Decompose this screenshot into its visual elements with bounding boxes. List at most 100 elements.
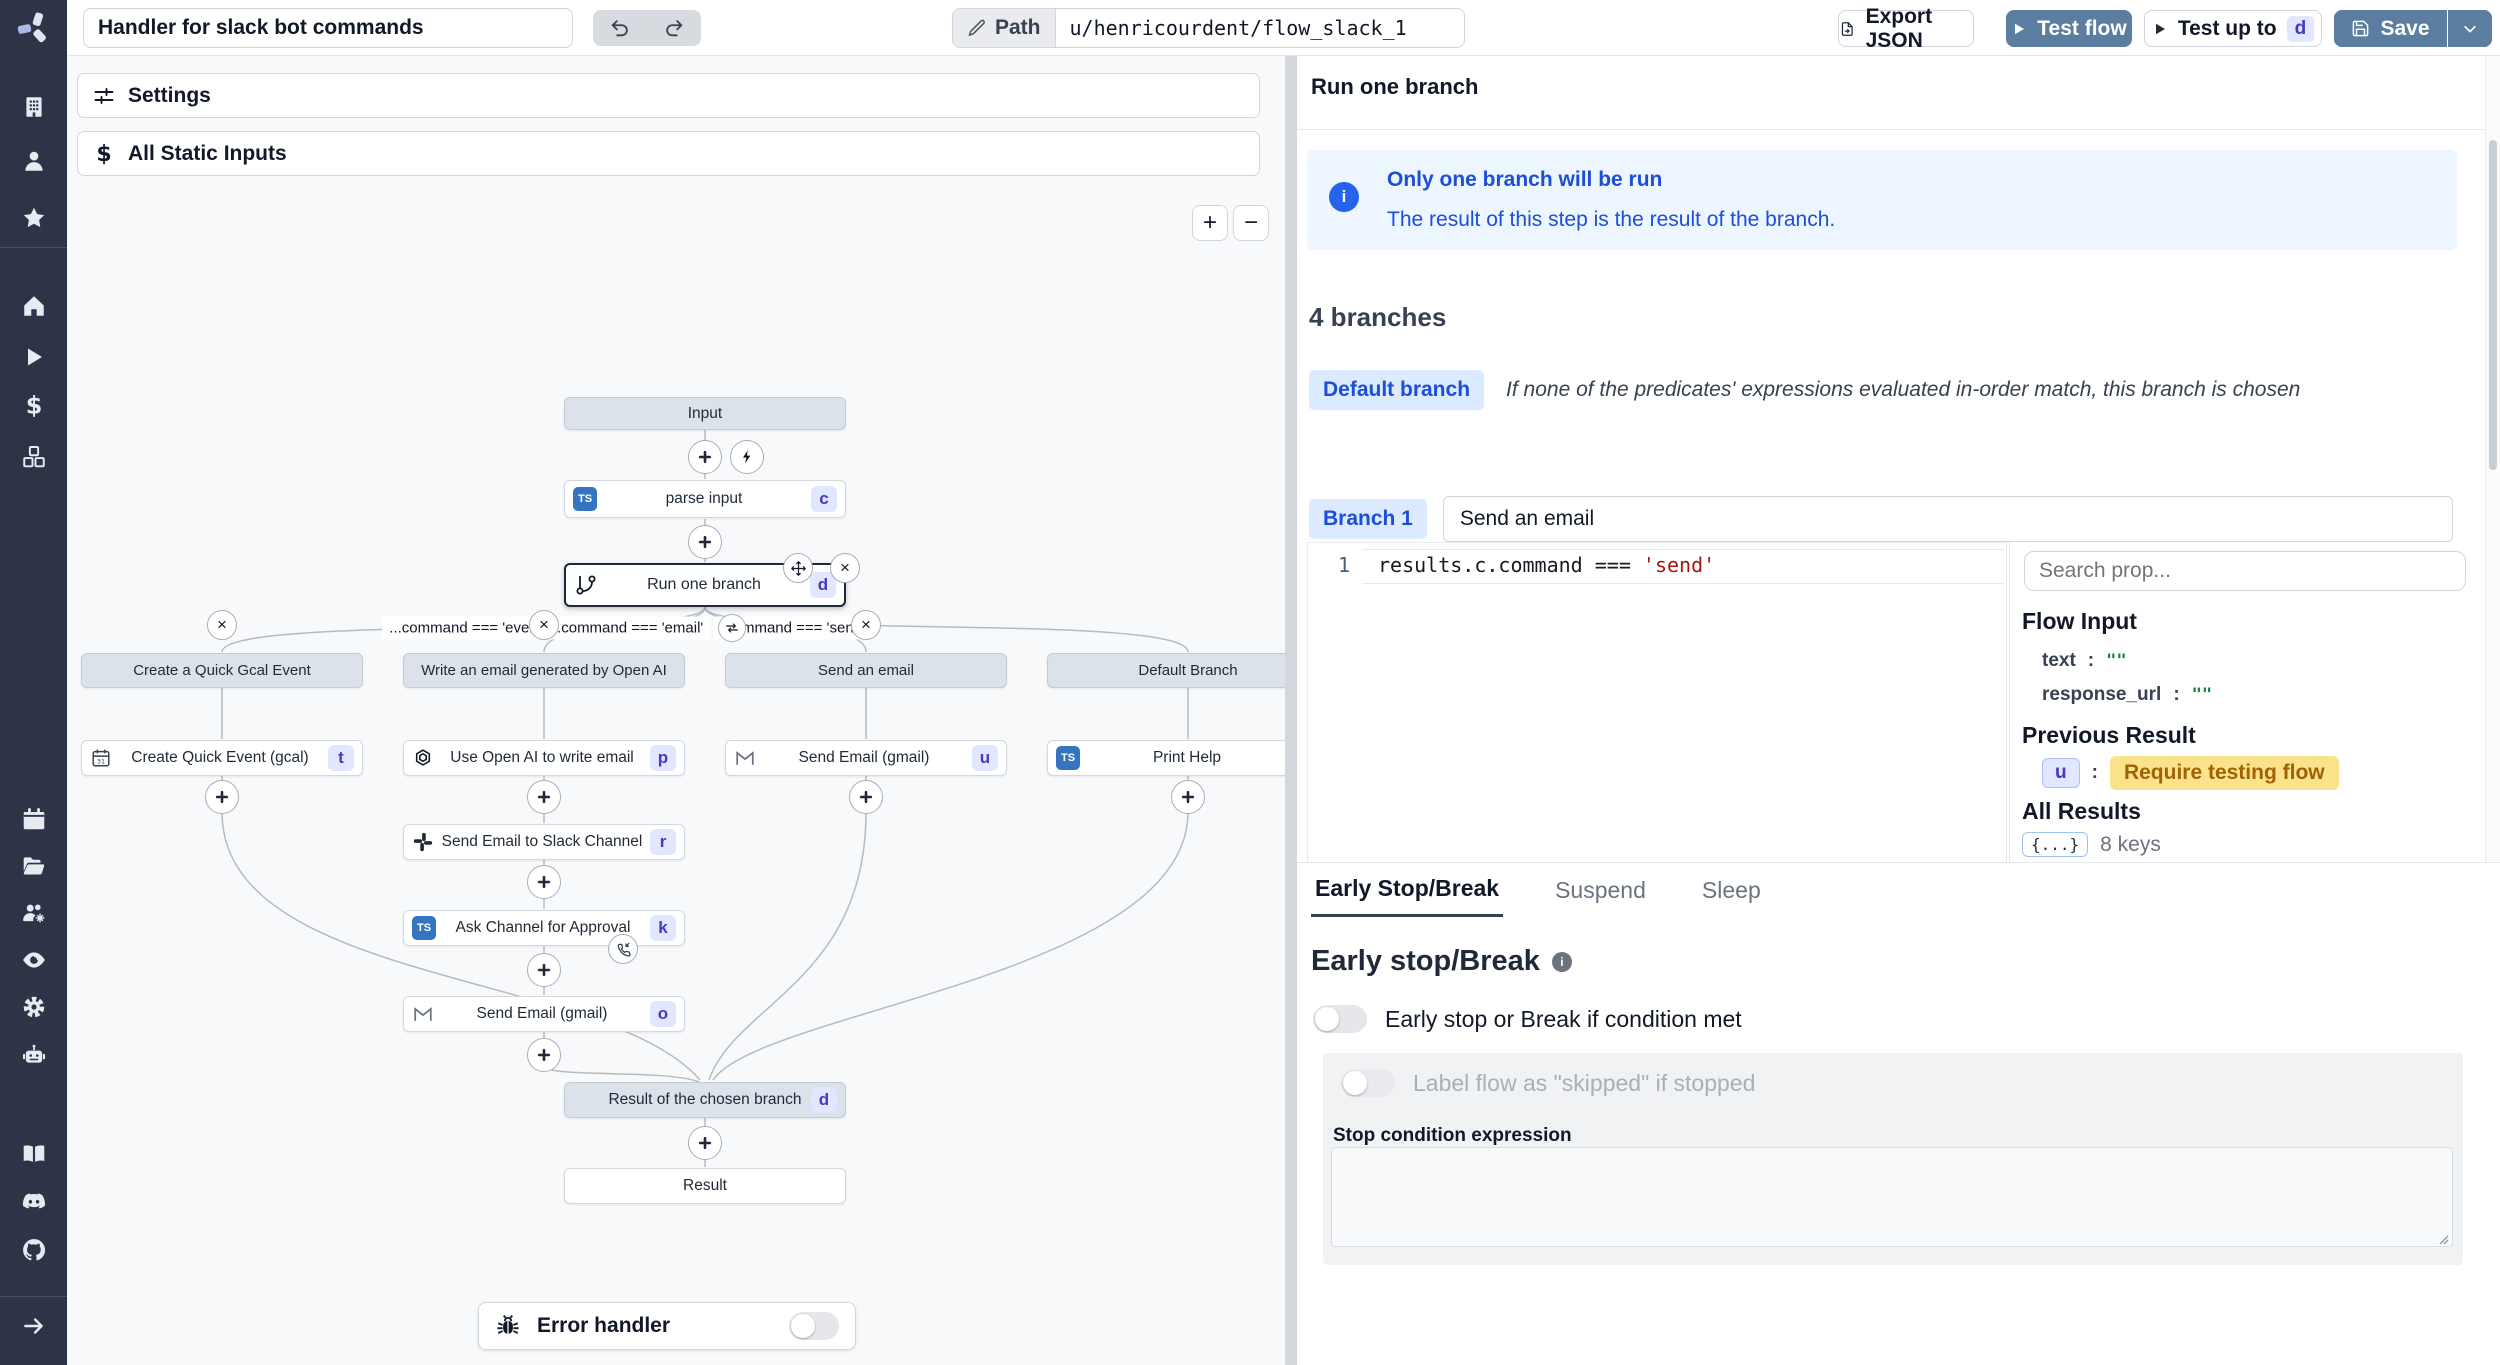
save-dropdown-button[interactable] xyxy=(2448,10,2492,47)
openai-icon xyxy=(412,747,434,769)
branch-header-default[interactable]: Default Branch xyxy=(1047,653,1285,688)
info-icon: i xyxy=(1552,952,1572,972)
previous-result-row[interactable]: u : Require testing flow xyxy=(2042,756,2339,790)
flow-name-input[interactable] xyxy=(83,8,573,48)
delete-branch-button[interactable]: × xyxy=(851,610,881,640)
audit-eye-icon[interactable] xyxy=(21,947,47,973)
add-step-button[interactable] xyxy=(688,1126,722,1160)
default-branch-desc: If none of the predicates' expressions e… xyxy=(1506,378,2300,402)
tab-suspend[interactable]: Suspend xyxy=(1551,863,1650,917)
advanced-settings-panel: Early Stop/Break Suspend Sleep Early sto… xyxy=(1297,862,2500,1365)
node-input[interactable]: Input xyxy=(564,397,846,430)
gcal-calendar-icon: 31 xyxy=(90,747,112,769)
path-field[interactable]: Path u/henricourdent/flow_slack_1 xyxy=(952,8,1465,48)
info-icon: i xyxy=(1329,182,1359,212)
path-value: u/henricourdent/flow_slack_1 xyxy=(1056,9,1421,47)
settings-gear-icon[interactable] xyxy=(21,994,47,1020)
early-stop-toggle[interactable] xyxy=(1313,1005,1367,1033)
add-step-button[interactable] xyxy=(688,440,722,474)
add-step-button[interactable] xyxy=(527,1038,561,1072)
node-create-quick-event[interactable]: 31 Create Quick Event (gcal) t xyxy=(81,740,363,776)
skip-toggle-label: Label flow as "skipped" if stopped xyxy=(1413,1070,1755,1097)
close-icon: × xyxy=(217,615,227,635)
export-json-button[interactable]: Export JSON xyxy=(1838,10,1974,47)
all-results-row[interactable]: {...} 8 keys xyxy=(2022,832,2161,857)
tab-sleep[interactable]: Sleep xyxy=(1698,863,1765,917)
undo-icon xyxy=(609,17,631,39)
skip-label-toggle[interactable] xyxy=(1341,1069,1395,1097)
node-send-email-gmail-2[interactable]: Send Email (gmail) o xyxy=(403,996,685,1032)
test-up-to-button[interactable]: Test up to d xyxy=(2144,10,2322,47)
close-icon: × xyxy=(861,615,871,635)
add-step-button[interactable] xyxy=(527,865,561,899)
stop-condition-textarea[interactable] xyxy=(1331,1147,2453,1247)
node-label: Run one branch xyxy=(598,576,810,594)
move-arrows-icon xyxy=(790,560,807,577)
github-icon[interactable] xyxy=(21,1237,47,1263)
add-step-button[interactable] xyxy=(205,780,239,814)
node-ask-approval[interactable]: TS Ask Channel for Approval k xyxy=(403,910,685,946)
test-flow-button[interactable]: Test flow xyxy=(2006,10,2132,47)
delete-step-button[interactable]: × xyxy=(830,553,860,583)
export-json-label: Export JSON xyxy=(1866,5,1973,53)
redo-button[interactable] xyxy=(647,10,701,46)
plus-icon xyxy=(858,789,874,805)
add-trigger-button[interactable] xyxy=(730,440,764,474)
path-label: Path xyxy=(995,16,1041,40)
add-step-button[interactable] xyxy=(527,953,561,987)
previous-result-heading: Previous Result xyxy=(2022,722,2196,749)
node-send-email-slack[interactable]: Send Email to Slack Channel r xyxy=(403,824,685,860)
user-icon[interactable] xyxy=(21,148,47,174)
save-button[interactable]: Save xyxy=(2334,10,2447,47)
node-print-help[interactable]: TS Print Help xyxy=(1047,740,1285,776)
info-box: i Only one branch will be run The result… xyxy=(1307,150,2457,250)
robot-icon[interactable] xyxy=(21,1042,47,1068)
swap-branches-button[interactable] xyxy=(718,614,746,642)
branch-header-event[interactable]: Create a Quick Gcal Event xyxy=(81,653,363,688)
prop-row[interactable]: text : "" xyxy=(2042,650,2127,672)
folders-icon[interactable] xyxy=(21,853,47,879)
tab-early-stop-break[interactable]: Early Stop/Break xyxy=(1311,863,1503,917)
resources-boxes-icon[interactable] xyxy=(21,444,47,470)
undo-button[interactable] xyxy=(593,10,647,46)
delete-branch-button[interactable]: × xyxy=(207,610,237,640)
play-icon xyxy=(2152,21,2168,37)
pane-splitter[interactable] xyxy=(1285,56,1297,1365)
docs-book-icon[interactable] xyxy=(21,1141,47,1167)
require-testing-flag: Require testing flow xyxy=(2110,756,2339,790)
path-label-segment: Path xyxy=(953,9,1056,47)
discord-icon[interactable] xyxy=(21,1189,47,1215)
search-prop-input[interactable] xyxy=(2024,551,2466,591)
runs-play-icon[interactable] xyxy=(21,344,47,370)
node-use-openai[interactable]: Use Open AI to write email p xyxy=(403,740,685,776)
branch-header-email[interactable]: Write an email generated by Open AI xyxy=(403,653,685,688)
delete-branch-button[interactable]: × xyxy=(529,610,559,640)
add-step-button[interactable] xyxy=(849,780,883,814)
move-step-button[interactable] xyxy=(783,553,813,583)
panel-scrollbar[interactable] xyxy=(2485,56,2500,862)
schedules-calendar-icon[interactable] xyxy=(21,806,47,832)
add-step-button[interactable] xyxy=(1171,780,1205,814)
node-branch-result[interactable]: Result of the chosen branch d xyxy=(564,1082,846,1118)
node-label: Create Quick Event (gcal) xyxy=(112,749,328,767)
node-send-email-gmail[interactable]: Send Email (gmail) u xyxy=(725,740,1007,776)
add-step-button[interactable] xyxy=(527,780,561,814)
resize-grip-icon[interactable] xyxy=(2435,1231,2449,1245)
variables-dollar-icon[interactable]: $ xyxy=(21,393,47,419)
building-icon[interactable] xyxy=(21,94,47,120)
add-step-button[interactable] xyxy=(688,525,722,559)
flow-input-heading: Flow Input xyxy=(2022,608,2137,635)
predicate-code-editor[interactable]: 1 results.c.command === 'send' xyxy=(1307,542,2007,866)
home-icon[interactable] xyxy=(21,293,47,319)
groups-users-gear-icon[interactable] xyxy=(21,900,47,926)
branch1-summary-input[interactable] xyxy=(1443,496,2453,542)
windmill-logo-icon[interactable] xyxy=(16,10,52,46)
scrollbar-thumb[interactable] xyxy=(2489,140,2497,470)
collapse-arrow-right-icon[interactable] xyxy=(21,1313,47,1339)
star-icon[interactable] xyxy=(21,205,47,231)
prop-row[interactable]: response_url : "" xyxy=(2042,684,2212,706)
close-icon: × xyxy=(840,558,850,578)
node-parse-input[interactable]: TS parse input c xyxy=(564,480,846,518)
branch-header-send[interactable]: Send an email xyxy=(725,653,1007,688)
node-result[interactable]: Result xyxy=(564,1168,846,1204)
